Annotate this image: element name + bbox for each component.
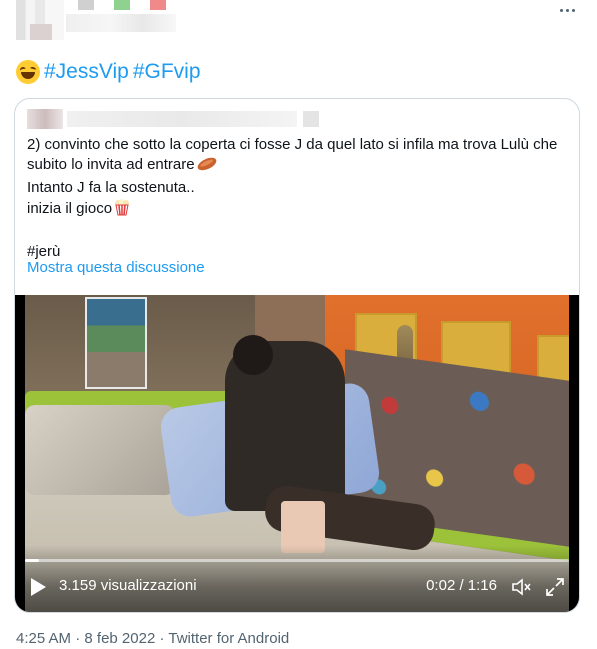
grinning-squinting-face-icon [16, 60, 40, 84]
quoted-blank-line [27, 222, 567, 242]
hashtag-gfvip[interactable]: #GFvip [133, 58, 201, 86]
meta-separator: · [155, 630, 169, 647]
volume-icon[interactable] [511, 577, 533, 597]
quoted-line-3: Intanto J fa la sostenuta.. [27, 179, 195, 196]
video-progress-bar[interactable] [25, 559, 569, 562]
video-pillows [25, 405, 175, 495]
blurred-username[interactable] [66, 14, 176, 32]
tweet-time[interactable]: 4:25 AM [16, 630, 71, 647]
more-options-icon[interactable] [553, 0, 581, 20]
quoted-line-1: 2) convinto che sotto la coperta ci foss… [27, 136, 558, 153]
quoted-line-2-wrap: subito lo invita ad entrare [27, 155, 567, 178]
meta-separator: · [71, 630, 85, 647]
popcorn-icon [113, 198, 131, 222]
blurred-color-strip [78, 0, 166, 10]
tweet-source[interactable]: Twitter for Android [168, 630, 289, 647]
quoted-line-2: subito lo invita ad entrare [27, 156, 195, 173]
video-progress-fill [25, 559, 40, 562]
quoted-tweet-text: 2) convinto che sotto la coperta ci foss… [27, 135, 567, 262]
quoted-line-4-wrap: inizia il gioco [27, 198, 567, 222]
view-count: 3.159 visualizzazioni [59, 577, 197, 594]
hashtag-jessvip[interactable]: #JessVip [44, 58, 129, 86]
show-thread-link[interactable]: Mostra questa discussione [27, 259, 205, 276]
play-icon[interactable] [29, 577, 47, 597]
video-time: 0:02 / 1:16 [426, 577, 497, 594]
tweet-meta: 4:25 AM · 8 feb 2022 · Twitter for Andro… [16, 630, 289, 647]
video-player[interactable]: 3.159 visualizzazioni 0:02 / 1:16 [15, 295, 579, 612]
video-controls: 3.159 visualizzazioni 0:02 / 1:16 [15, 545, 579, 612]
video-person-head [233, 335, 273, 375]
blurred-quoted-username [67, 111, 297, 127]
quoted-tweet-header [27, 109, 319, 129]
blurred-quoted-handle [303, 111, 319, 127]
fullscreen-icon[interactable] [545, 577, 565, 597]
sausage-icon [196, 156, 218, 178]
video-shelf [85, 297, 147, 389]
quoted-line-4: inizia il gioco [27, 200, 113, 217]
tweet-header [0, 0, 597, 44]
blurred-quoted-avatar [27, 109, 63, 129]
quoted-tweet-card[interactable]: 2) convinto che sotto la coperta ci foss… [14, 98, 580, 613]
tweet-date[interactable]: 8 feb 2022 [84, 630, 155, 647]
blurred-handle [30, 24, 52, 40]
tweet-text: #JessVip #GFvip [16, 58, 201, 86]
